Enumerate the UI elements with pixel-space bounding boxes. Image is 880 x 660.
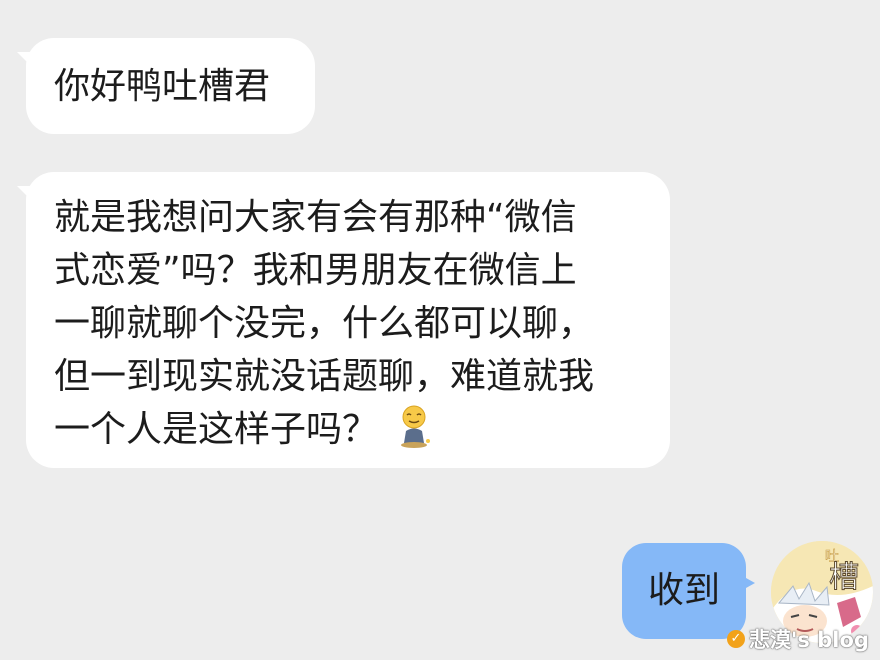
- incoming-message-bubble[interactable]: 你好鸭吐槽君: [26, 38, 315, 134]
- message-text: 收到: [647, 570, 720, 611]
- watermark-text: 悲漠's blog: [749, 628, 869, 652]
- message-text-line: 就是我想问大家有会有那种“微信: [54, 197, 577, 238]
- message-text-line: 但一到现实就没话题聊，难道就我: [54, 356, 595, 397]
- message-text-line: 一个人是这样子吗？: [54, 409, 379, 450]
- message-text-line: 一聊就聊个没完，什么都可以聊，: [54, 303, 595, 344]
- kneeling-emoji-icon: [398, 405, 432, 449]
- check-badge-icon: ✓: [727, 630, 745, 648]
- message-text: 你好鸭吐槽君: [54, 66, 271, 107]
- watermark: ✓ 悲漠's blog: [727, 624, 869, 654]
- message-text-line: 式恋爱”吗？我和男朋友在微信上: [54, 250, 577, 291]
- incoming-message-bubble[interactable]: 就是我想问大家有会有那种“微信 式恋爱”吗？我和男朋友在微信上 一聊就聊个没完，…: [26, 172, 670, 468]
- message-text-line-last: 一个人是这样子吗？: [54, 403, 650, 456]
- chat-area: 你好鸭吐槽君 就是我想问大家有会有那种“微信 式恋爱”吗？我和男朋友在微信上 一…: [0, 0, 880, 660]
- avatar-text-cao: 槽: [829, 560, 859, 595]
